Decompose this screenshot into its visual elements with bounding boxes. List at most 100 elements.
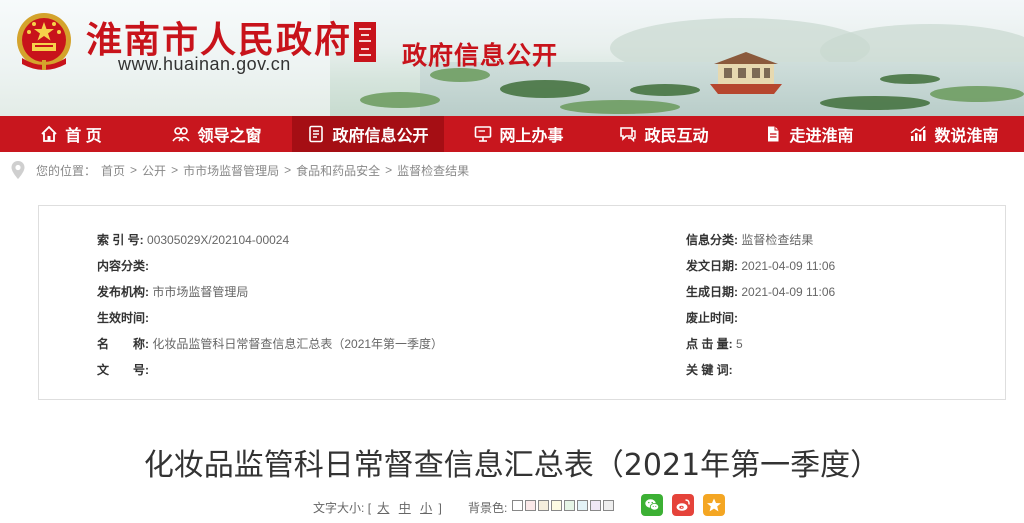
info-label: 生成日期: bbox=[686, 285, 738, 299]
info-label: 索 引 号: bbox=[97, 233, 144, 247]
share-wechat-button[interactable] bbox=[641, 494, 663, 516]
bracket-open: [ bbox=[367, 501, 372, 515]
nav-item-home[interactable]: 首 页 bbox=[0, 116, 142, 152]
breadcrumb-food-drug[interactable]: 食品和药品安全 bbox=[296, 162, 380, 179]
leaders-icon bbox=[172, 127, 191, 142]
nav-item-about-huainan[interactable]: 走进淮南 bbox=[734, 116, 884, 152]
info-value: 2021-04-09 11:06 bbox=[741, 259, 836, 273]
nav-item-interaction[interactable]: 政民互动 bbox=[594, 116, 734, 152]
info-label: 生效时间: bbox=[97, 311, 149, 325]
article-tools: 文字大小: [ 大 中 小 ] 背景色: bbox=[0, 494, 1024, 518]
breadcrumb-home[interactable]: 首页 bbox=[101, 162, 125, 179]
info-label: 发文日期: bbox=[686, 259, 738, 273]
info-label: 发布机构: bbox=[97, 285, 149, 299]
background-color-swatch[interactable] bbox=[525, 500, 536, 511]
file-icon bbox=[768, 126, 779, 142]
nav-item-leaders[interactable]: 领导之窗 bbox=[142, 116, 292, 152]
info-label: 内容分类: bbox=[97, 259, 149, 273]
document-icon bbox=[309, 125, 324, 143]
info-label: 废止时间: bbox=[686, 311, 738, 325]
nav-label: 政府信息公开 bbox=[332, 128, 429, 145]
breadcrumb: 您的位置： 首页 > 公开 > 市市场监督管理局 > 食品和药品安全 > 监督检… bbox=[0, 152, 1024, 188]
section-title: 政府信息公开 bbox=[402, 42, 559, 70]
info-label: 文 号: bbox=[97, 363, 149, 377]
breadcrumb-separator: > bbox=[171, 163, 179, 177]
background-color-swatch[interactable] bbox=[603, 500, 614, 511]
breadcrumb-prefix: 您的位置： bbox=[36, 163, 97, 178]
font-size-medium-button[interactable]: 中 bbox=[399, 501, 411, 515]
breadcrumb-separator: > bbox=[284, 163, 292, 177]
boat-illustration bbox=[710, 52, 782, 94]
nav-label: 首 页 bbox=[65, 128, 102, 145]
site-url[interactable]: www.huainan.gov.cn bbox=[118, 54, 291, 75]
nav-item-gov-info[interactable]: 政府信息公开 bbox=[292, 116, 444, 152]
info-expire-time: 废止时间: bbox=[686, 309, 738, 326]
weibo-icon bbox=[676, 499, 690, 511]
info-index: 索 引 号: 00305029X/202104-00024 bbox=[97, 231, 289, 248]
banner-leaf bbox=[820, 96, 930, 110]
qzone-icon bbox=[707, 498, 721, 512]
nav-item-data-huainan[interactable]: 数说淮南 bbox=[884, 116, 1024, 152]
background-color-swatch[interactable] bbox=[551, 500, 562, 511]
background-color-swatch[interactable] bbox=[538, 500, 549, 511]
background-color-swatches bbox=[512, 500, 614, 511]
nav-label: 数说淮南 bbox=[934, 128, 999, 145]
info-generate-date: 生成日期: 2021-04-09 11:06 bbox=[686, 283, 835, 300]
banner-leaf bbox=[880, 74, 940, 84]
nav-item-online-services[interactable]: 网上办事 bbox=[444, 116, 594, 152]
info-click-count: 点 击 量: 5 bbox=[686, 335, 743, 352]
bracket-close: ] bbox=[438, 501, 442, 515]
info-name: 名 称: 化妆品监管科日常督查信息汇总表（2021年第一季度） bbox=[97, 335, 443, 352]
article-title: 化妆品监管科日常督查信息汇总表（2021年第一季度） bbox=[143, 448, 881, 483]
banner-leaf bbox=[500, 80, 590, 98]
chart-icon bbox=[911, 125, 926, 141]
home-icon bbox=[41, 125, 57, 142]
info-publish-date: 发文日期: 2021-04-09 11:06 bbox=[686, 257, 835, 274]
wechat-icon bbox=[645, 499, 660, 511]
header-banner: 淮南市人民政府 www.huainan.gov.cn 政府信息公开 bbox=[0, 0, 1024, 116]
banner-leaf bbox=[630, 84, 700, 96]
main-nav: 首 页 领导之窗 政府信息公开 网上办事 政民互动 走进淮南 数说淮南 bbox=[0, 116, 1024, 152]
info-effective-time: 生效时间: bbox=[97, 309, 149, 326]
breadcrumb-public[interactable]: 公开 bbox=[142, 162, 166, 179]
font-size-large-button[interactable]: 大 bbox=[377, 501, 389, 515]
info-value: 2021-04-09 11:06 bbox=[741, 285, 836, 299]
info-publisher: 发布机构: 市市场监督管理局 bbox=[97, 283, 248, 300]
document-info-box: 索 引 号: 00305029X/202104-00024 内容分类: 发布机构… bbox=[38, 205, 1006, 400]
font-size-small-button[interactable]: 小 bbox=[420, 501, 432, 515]
share-qzone-button[interactable] bbox=[703, 494, 725, 516]
breadcrumb-separator: > bbox=[130, 163, 138, 177]
share-weibo-button[interactable] bbox=[672, 494, 694, 516]
info-doc-number: 文 号: bbox=[97, 361, 149, 378]
background-color-swatch[interactable] bbox=[564, 500, 575, 511]
nav-label: 领导之窗 bbox=[197, 128, 262, 145]
info-info-category: 信息分类: 监督检查结果 bbox=[686, 231, 813, 248]
background-color-swatch[interactable] bbox=[590, 500, 601, 511]
info-label: 关 键 词: bbox=[686, 363, 733, 377]
info-label: 信息分类: bbox=[686, 233, 738, 247]
background-color-swatch[interactable] bbox=[577, 500, 588, 511]
nav-label: 走进淮南 bbox=[789, 128, 854, 145]
info-value: 化妆品监管科日常督查信息汇总表（2021年第一季度） bbox=[152, 337, 444, 351]
info-value: 5 bbox=[736, 337, 743, 351]
banner-leaf bbox=[930, 86, 1024, 102]
font-size-label: 文字大小: bbox=[313, 501, 365, 515]
info-label: 点 击 量: bbox=[686, 337, 733, 351]
national-emblem-icon bbox=[17, 13, 71, 70]
info-value: 监督检查结果 bbox=[741, 233, 814, 247]
info-value: 00305029X/202104-00024 bbox=[147, 233, 290, 247]
breadcrumb-bureau[interactable]: 市市场监督管理局 bbox=[183, 162, 279, 179]
breadcrumb-separator: > bbox=[385, 163, 393, 177]
info-keywords: 关 键 词: bbox=[686, 361, 733, 378]
info-value: 市市场监督管理局 bbox=[152, 285, 249, 299]
breadcrumb-inspection[interactable]: 监督检查结果 bbox=[397, 162, 469, 179]
location-pin-icon bbox=[11, 161, 25, 179]
info-label: 名 称: bbox=[97, 337, 149, 351]
background-color-label: 背景色: bbox=[468, 501, 508, 515]
background-color-swatch[interactable] bbox=[512, 500, 523, 511]
nav-label: 网上办事 bbox=[499, 128, 564, 145]
font-size-control: 文字大小: [ 大 中 小 ] bbox=[313, 499, 442, 516]
chat-icon bbox=[620, 127, 637, 143]
decorative-seal bbox=[354, 22, 376, 62]
info-content-category: 内容分类: bbox=[97, 257, 149, 274]
